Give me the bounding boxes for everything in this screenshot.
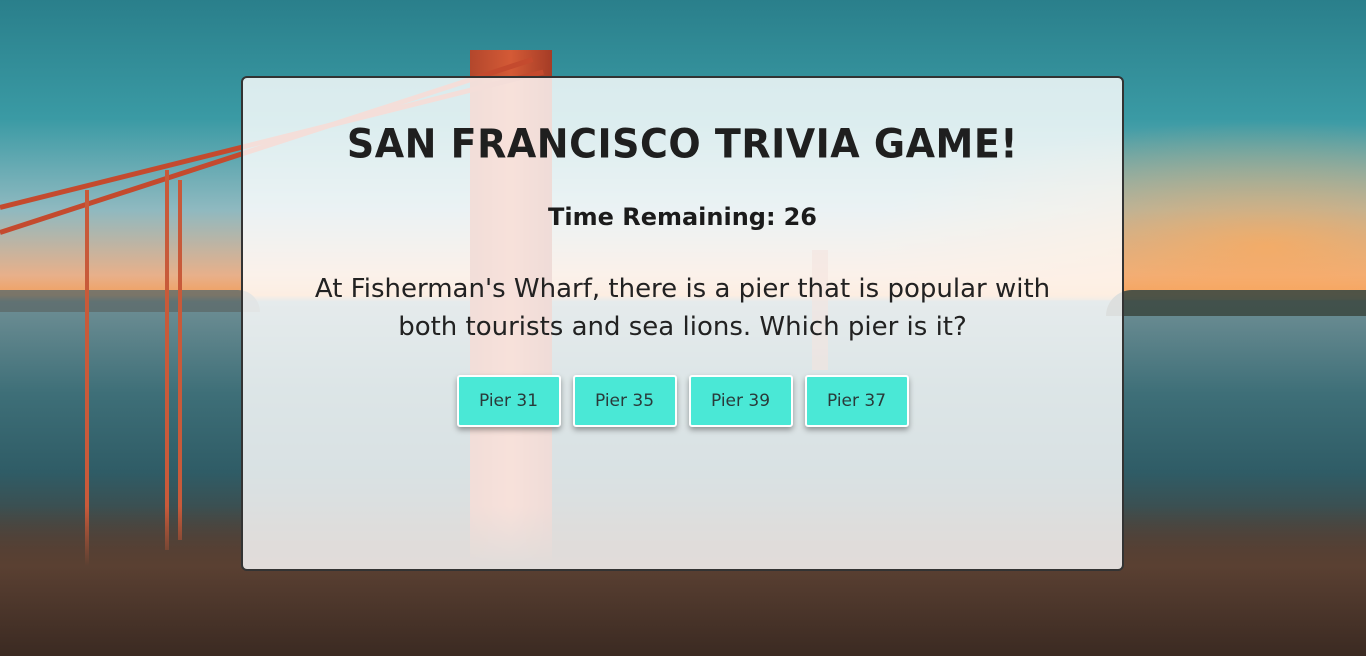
bridge-hanger: [165, 170, 169, 550]
distant-city-hill: [0, 290, 260, 312]
answer-button-pier-31[interactable]: Pier 31: [456, 375, 561, 427]
trivia-card: San Francisco Trivia Game! Time Remainin…: [241, 76, 1124, 571]
timer-label: Time Remaining:: [547, 203, 776, 231]
answer-button-pier-39[interactable]: Pier 39: [688, 375, 793, 427]
game-title: San Francisco Trivia Game!: [346, 120, 1019, 168]
answer-button-pier-35[interactable]: Pier 35: [572, 375, 677, 427]
time-remaining: Time Remaining: 26: [243, 203, 1122, 231]
timer-value: 26: [783, 203, 817, 231]
answer-options: Pier 31 Pier 35 Pier 39 Pier 37: [243, 375, 1122, 427]
bridge-hanger: [178, 180, 182, 540]
answer-button-pier-37[interactable]: Pier 37: [804, 375, 909, 427]
distant-hill: [1106, 290, 1366, 316]
question-text: At Fisherman's Wharf, there is a pier th…: [314, 274, 1051, 342]
